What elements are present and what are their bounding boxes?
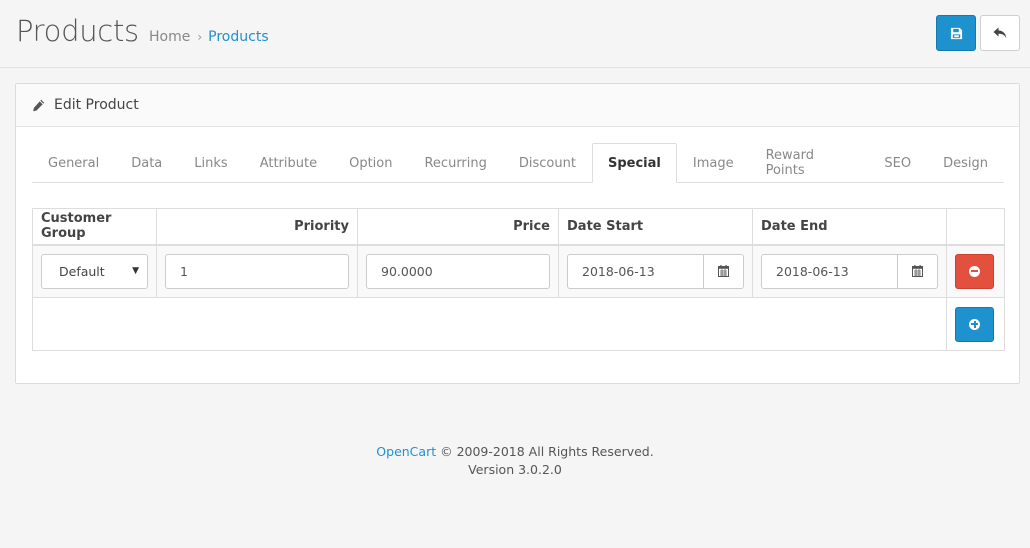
plus-circle-icon [969,318,980,330]
empty-footer-cell [32,297,947,351]
remove-special-button[interactable] [955,253,994,289]
date-end-cell: 2018-06-13 [752,244,947,298]
minus-circle-icon [969,265,980,277]
column-header-price: Price [357,208,559,246]
tab-data[interactable]: Data [115,143,178,183]
breadcrumb-separator: › [197,30,203,44]
price-input[interactable]: 90.0000 [366,253,550,289]
column-header-date-start: Date Start [558,208,753,246]
save-button[interactable] [936,15,976,51]
reply-arrow-icon [993,27,1007,39]
caret-down-icon: ▼ [132,266,139,277]
panel-heading: Edit Product [16,84,1019,127]
back-button[interactable] [980,15,1020,51]
customer-group-value: Default [59,263,105,279]
remove-cell [946,244,1005,298]
footer-copyright-line: OpenCart © 2009-2018 All Rights Reserved… [0,443,1030,461]
page-title: Products [16,14,139,48]
tab-seo[interactable]: SEO [868,143,927,183]
pencil-icon [32,99,45,112]
table-row: Default ▼ 1 90.0000 2018-06-13 2018-06-1… [32,244,1005,298]
date-end-input[interactable]: 2018-06-13 [761,253,898,289]
price-cell: 90.0000 [357,244,559,298]
customer-group-cell: Default ▼ [32,244,157,298]
column-header-date-end: Date End [752,208,947,246]
copyright-text: © 2009-2018 All Rights Reserved. [436,444,654,459]
breadcrumb: Home › Products [149,29,269,45]
page-header: Products Home › Products [0,0,1030,68]
calendar-icon [718,265,729,278]
panel-title: Edit Product [54,97,139,113]
customer-group-select[interactable]: Default ▼ [41,253,148,289]
date-start-calendar-button[interactable] [704,253,744,289]
date-start-group: 2018-06-13 [567,253,744,289]
tab-discount[interactable]: Discount [503,143,592,183]
column-header-customer-group: Customer Group [32,208,157,246]
tab-option[interactable]: Option [333,143,408,183]
edit-product-panel: Edit Product General Data Links Attribut… [15,83,1020,384]
calendar-icon [912,265,923,278]
tab-links[interactable]: Links [178,143,243,183]
tab-design[interactable]: Design [927,143,1004,183]
tab-general[interactable]: General [32,143,115,183]
tab-reward-points[interactable]: Reward Points [750,143,869,183]
column-header-actions [946,208,1005,246]
breadcrumb-products[interactable]: Products [208,29,268,45]
priority-cell: 1 [156,244,358,298]
opencart-link[interactable]: OpenCart [376,444,436,459]
table-header-row: Customer Group Priority Price Date Start… [32,208,1005,246]
version-text: Version 3.0.2.0 [468,462,562,477]
column-header-priority: Priority [156,208,358,246]
floppy-disk-icon [950,27,962,39]
add-cell [946,297,1005,351]
date-start-input[interactable]: 2018-06-13 [567,253,704,289]
breadcrumb-home[interactable]: Home [149,29,190,45]
add-special-button[interactable] [955,306,994,342]
tab-image[interactable]: Image [677,143,750,183]
date-start-cell: 2018-06-13 [558,244,753,298]
tab-recurring[interactable]: Recurring [408,143,502,183]
tab-attribute[interactable]: Attribute [244,143,333,183]
date-end-calendar-button[interactable] [898,253,938,289]
product-tabs: General Data Links Attribute Option Recu… [32,143,1004,183]
page-footer: OpenCart © 2009-2018 All Rights Reserved… [0,443,1030,479]
priority-input[interactable]: 1 [165,253,349,289]
date-end-group: 2018-06-13 [761,253,938,289]
special-price-table: Customer Group Priority Price Date Start… [32,208,1005,351]
tab-special[interactable]: Special [591,143,677,183]
table-footer-row [32,297,1005,351]
